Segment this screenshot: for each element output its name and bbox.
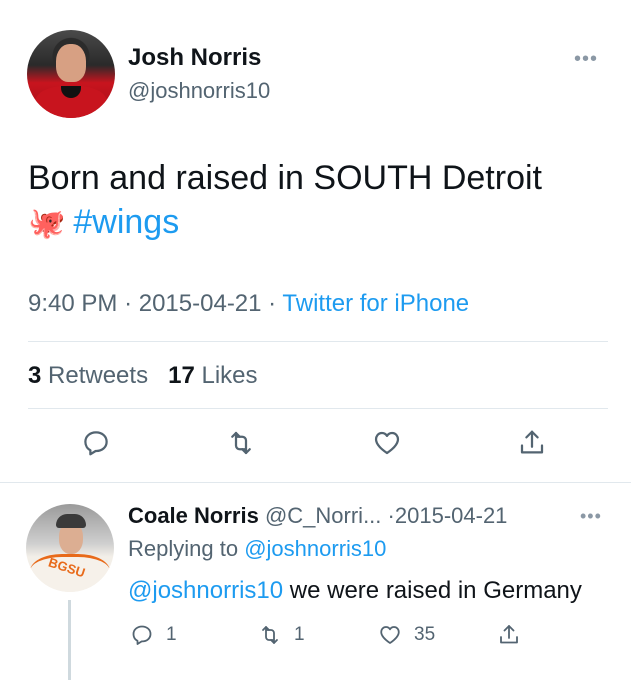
replying-prefix: Replying to [128,536,239,561]
reply-header: Coale Norris @C_Norri... ·2015-04-21 [128,503,507,529]
reply-share-button[interactable] [497,622,521,648]
tweet-meta: 9:40 PM · 2015-04-21 · Twitter for iPhon… [28,290,469,318]
replying-to-link[interactable]: @joshnorris10 [244,536,386,561]
more-dots-icon[interactable]: ••• [580,506,602,527]
octopus-emoji-icon: 🐙 [28,207,66,240]
share-icon [520,430,544,454]
retweet-icon [231,431,251,455]
avatar-face [56,44,86,82]
likes-stat[interactable]: 17 Likes [168,362,257,389]
tweet-text-line1: Born and raised in SOUTH Detroit [28,159,542,197]
like-button[interactable] [372,428,402,463]
tweet-date[interactable]: 2015-04-21 [139,290,262,317]
author-avatar[interactable] [27,30,115,118]
retweet-button[interactable] [226,428,256,463]
like-count: 35 [414,624,436,645]
meta-separator: · [124,290,133,317]
share-icon [500,625,518,644]
reply-body: we were raised in Germany [289,577,582,604]
tweet-source-link[interactable]: Twitter for iPhone [282,290,469,317]
retweets-stat[interactable]: 3 Retweets [28,362,148,389]
hashtag-link[interactable]: #wings [73,203,179,241]
divider [0,482,631,483]
like-icon [380,626,400,644]
reply-icon [132,625,152,645]
reply-retweet-button[interactable]: 1 [258,622,305,648]
author-handle[interactable]: @joshnorris10 [128,78,270,104]
thread-line [68,600,71,680]
meta-separator: · [268,290,277,317]
retweets-label: Retweets [48,362,149,389]
like-icon [374,431,400,455]
reply-author-name[interactable]: Coale Norris [128,503,259,528]
reply-date[interactable]: 2015-04-21 [395,503,508,528]
tweet-stats: 3 Retweets 17 Likes [28,362,258,390]
tweet-text: Born and raised in SOUTH Detroit 🐙 #wings [28,156,618,246]
retweet-count: 1 [294,624,305,645]
retweets-count: 3 [28,362,42,389]
more-dots-icon[interactable]: ••• [574,48,598,71]
likes-label: Likes [201,362,258,389]
reply-like-button[interactable]: 35 [378,622,435,648]
author-name[interactable]: Josh Norris [128,44,261,72]
reply-button[interactable] [81,428,111,463]
replying-to: Replying to @joshnorris10 [128,536,386,562]
retweet-icon [262,626,278,644]
tweet-text-line2: 🐙 #wings [28,200,618,246]
reply-count: 1 [166,624,177,645]
avatar-helmet [56,514,86,528]
reply-icon [84,431,108,456]
reply-reply-button[interactable]: 1 [130,622,177,648]
divider [28,341,608,342]
divider [28,408,608,409]
meta-separator: · [387,503,395,528]
tweet-time[interactable]: 9:40 PM [28,290,117,317]
reply-author-avatar[interactable]: BGSU [26,504,114,592]
mention-link[interactable]: @joshnorris10 [128,577,283,604]
likes-count: 17 [168,362,195,389]
reply-author-handle[interactable]: @C_Norri... [265,503,381,528]
reply-text: @joshnorris10 we were raised in Germany [128,577,582,605]
share-button[interactable] [517,428,547,463]
